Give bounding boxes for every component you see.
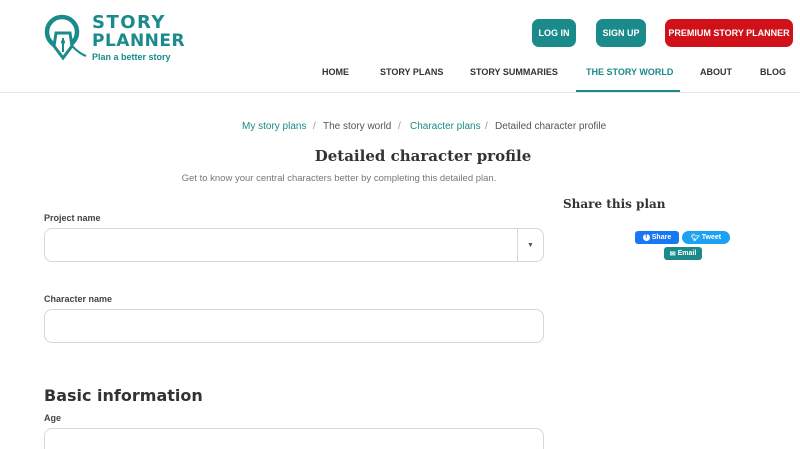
nav-story-plans[interactable]: STORY PLANS	[380, 66, 443, 92]
page-title: Detailed character profile	[314, 147, 532, 165]
age-input[interactable]	[44, 428, 544, 449]
breadcrumb-the-story-world[interactable]: The story world	[323, 121, 391, 132]
breadcrumb-separator: /	[485, 121, 488, 132]
email-share-button[interactable]: ✉ Email	[664, 247, 702, 260]
page-subtitle: Get to know your central characters bett…	[181, 173, 497, 184]
breadcrumb-current: Detailed character profile	[495, 121, 607, 132]
character-name-label: Character name	[44, 294, 113, 304]
age-label: Age	[44, 413, 62, 423]
breadcrumb-separator: /	[398, 121, 401, 132]
pen-nib-logo-icon	[44, 14, 87, 61]
breadcrumb-character-plans[interactable]: Character plans	[410, 121, 481, 132]
project-name-select[interactable]: ▼	[44, 228, 544, 262]
dropdown-arrow-icon[interactable]: ▼	[517, 229, 543, 261]
logo-tagline: Plan a better story	[92, 52, 171, 62]
basic-information-heading: Basic information	[44, 386, 203, 405]
share-title: Share this plan	[563, 197, 666, 211]
premium-story-planner-button[interactable]: PREMIUM STORY PLANNER	[665, 19, 793, 47]
character-name-input[interactable]	[44, 309, 544, 343]
nav-the-story-world[interactable]: THE STORY WORLD	[576, 66, 680, 92]
logo-text-planner: PLANNER	[92, 31, 186, 51]
breadcrumb-separator: /	[313, 121, 316, 132]
signup-button[interactable]: SIGN UP	[596, 19, 646, 47]
facebook-icon: f	[642, 234, 650, 241]
project-name-label: Project name	[44, 213, 101, 223]
email-label: Email	[677, 250, 697, 257]
site-logo[interactable]: STORY PLANNER Plan a better story	[42, 12, 185, 72]
envelope-icon: ✉	[669, 250, 676, 258]
breadcrumb-my-story-plans[interactable]: My story plans	[242, 121, 306, 132]
nav-blog[interactable]: BLOG	[760, 66, 786, 92]
login-button[interactable]: LOG IN	[532, 19, 576, 47]
tweet-label: Tweet	[701, 234, 722, 241]
facebook-share-label: Share	[651, 234, 672, 241]
facebook-share-button[interactable]: f Share	[635, 231, 679, 244]
nav-story-summaries[interactable]: STORY SUMMARIES	[470, 66, 558, 92]
site-header: STORY PLANNER Plan a better story LOG IN…	[0, 0, 800, 93]
twitter-tweet-button[interactable]: 🐦︎ Tweet	[682, 231, 730, 244]
logo-text-story: STORY	[92, 12, 166, 33]
nav-about[interactable]: ABOUT	[700, 66, 732, 92]
nav-home[interactable]: HOME	[322, 66, 349, 92]
twitter-bird-icon: 🐦︎	[690, 234, 700, 242]
